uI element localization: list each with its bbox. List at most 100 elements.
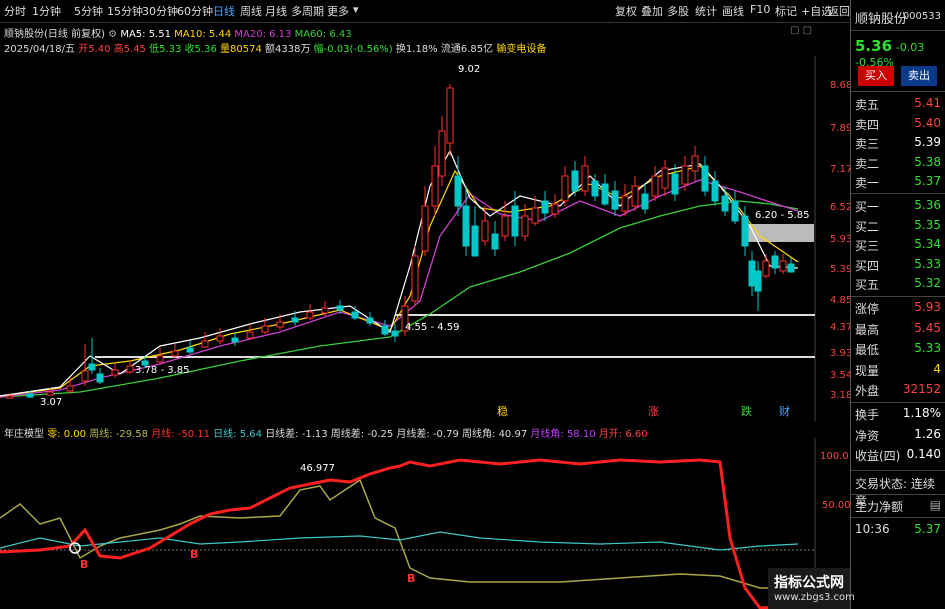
candle-body [88, 363, 96, 371]
quote-stat: 最高 5.45 [855, 321, 943, 338]
candle-body [671, 173, 679, 195]
tab-15min[interactable]: 15分钟 [107, 3, 143, 19]
chart-window-controls[interactable]: ▢ ▢ [790, 25, 812, 36]
multi-stock-button[interactable]: 多股 [667, 3, 689, 19]
list-icon[interactable]: ▤ [930, 498, 941, 512]
sell-button[interactable]: 卖出 [901, 66, 937, 86]
tab-1min[interactable]: 1分钟 [32, 3, 61, 19]
fundamental-stat-label: 收益(四) [855, 449, 901, 463]
candle-body [306, 311, 314, 319]
fuquan-button[interactable]: 复权 [615, 3, 637, 19]
mark-button[interactable]: 标记 [775, 3, 797, 19]
ma10-line [0, 165, 799, 397]
quote-stat-value: 32152 [902, 382, 941, 396]
candle-body [438, 130, 446, 177]
quote-stat-label: 现量 [855, 363, 880, 378]
bid-level-value: 5.32 [914, 276, 941, 290]
candle-body [366, 317, 374, 324]
ma20-line [0, 179, 799, 398]
fundamental-stat-value: 0.140 [906, 447, 941, 461]
price-axis: 8.68 7.89 7.17 6.52 5.93 5.39 4.85 4.37 3.93 3.54… [830, 80, 850, 401]
ask-level-value: 5.38 [914, 154, 941, 169]
candle-body [421, 205, 429, 252]
yuexian-line [0, 458, 799, 609]
tab-daily[interactable]: 日线 [213, 3, 235, 19]
rixian-line [0, 531, 799, 551]
candle-body [511, 205, 519, 237]
price-axis-tick: 7.17 [830, 164, 850, 175]
candle-body [431, 165, 439, 207]
price-axis-tick: 4.85 [830, 295, 850, 306]
ask-level: 卖四 5.40 [855, 116, 943, 133]
price-axis-tick: 8.68 [830, 80, 850, 91]
tab-60min[interactable]: 60分钟 [177, 3, 213, 19]
candle-body [156, 355, 164, 363]
quote-stat-value: 5.93 [914, 300, 941, 314]
candle-body [741, 215, 749, 247]
high-label: 9.02 [458, 64, 480, 75]
candle-body [611, 190, 619, 210]
settings-icon[interactable]: ⚙ [108, 29, 117, 40]
f10-button[interactable]: F10 [750, 3, 770, 16]
candle-body [491, 233, 499, 250]
chevron-down-icon[interactable]: ▾ [353, 3, 359, 16]
overlay-button[interactable]: 叠加 [641, 3, 663, 19]
candle-body [771, 255, 779, 269]
candle-body [748, 260, 756, 287]
candle-body [481, 220, 489, 242]
ask-level-value: 5.40 [914, 115, 941, 130]
candle-body [454, 175, 462, 207]
low-label: 3.07 [40, 397, 62, 408]
draw-line-button[interactable]: 画线 [722, 3, 744, 19]
quote-stat-label: 外盘 [855, 384, 880, 398]
back-button[interactable]: 返回 [828, 3, 850, 19]
bid-level-label: 买三 [855, 239, 880, 253]
bar-sector: 输变电设备 [496, 44, 547, 55]
ind-axis-100: 100.0 [820, 451, 849, 462]
ma5-label: MA5: 5.51 [120, 29, 171, 40]
ask-level: 卖三 5.39 [855, 135, 943, 152]
box2-label: 4.55 - 4.59 [405, 322, 460, 333]
candle-body [754, 270, 762, 292]
quote-stat-label: 涨停 [855, 302, 880, 316]
candle-body [701, 165, 709, 192]
tab-multi-period[interactable]: 多周期 [291, 3, 324, 19]
candle-body [471, 225, 479, 257]
bid-level-value: 5.36 [914, 198, 941, 212]
candle-body [46, 391, 54, 396]
candle-body [731, 200, 739, 222]
main-flow[interactable]: 主力净额 ▤ [855, 498, 943, 515]
candle-body [531, 207, 539, 224]
ask-level-label: 卖二 [855, 156, 880, 171]
tab-monthly[interactable]: 月线 [265, 3, 287, 19]
b-label-3: B [407, 572, 415, 585]
tab-30min[interactable]: 30分钟 [142, 3, 178, 19]
bid-level-label: 买二 [855, 219, 880, 234]
buy-button[interactable]: 买入 [858, 66, 894, 86]
tab-weekly[interactable]: 周线 [240, 3, 262, 19]
stock-name: 顺钠股份 [855, 12, 908, 27]
fundamental-stat-value: 1.18% [902, 406, 941, 420]
indicator-chart[interactable]: 100.0 50.00 46.977 B B B [0, 438, 850, 609]
ask-level-label: 卖四 [855, 117, 880, 132]
bar-open: 开5.40 [78, 44, 111, 55]
price-axis-tick: 3.93 [830, 348, 850, 359]
ma60-label: MA60: 6.43 [294, 29, 352, 40]
kline-chart[interactable]: 8.68 7.89 7.17 6.52 5.93 5.39 4.85 4.37 3.93 3.54… [0, 56, 850, 421]
bar-volume: 量80574 [220, 44, 262, 55]
stats-button[interactable]: 统计 [695, 3, 717, 19]
candle-body [621, 195, 629, 212]
bar-float: 流通6.85亿 [440, 44, 494, 55]
candle-body [501, 215, 509, 237]
tab-5min[interactable]: 5分钟 [74, 3, 103, 19]
ask-level-label: 卖五 [855, 98, 880, 112]
fundamental-stat-value: 1.26 [914, 426, 941, 441]
tab-fenshi[interactable]: 分时 [4, 3, 26, 19]
candle-body [261, 325, 269, 333]
price-axis-tick: 3.18 [830, 390, 850, 401]
bid-level: 买五 5.32 [855, 276, 943, 293]
tab-more[interactable]: 更多 [327, 3, 349, 19]
current-price: 5.36 [855, 37, 893, 55]
candle-body [711, 180, 719, 202]
ind-axis-50: 50.00 [822, 500, 850, 511]
